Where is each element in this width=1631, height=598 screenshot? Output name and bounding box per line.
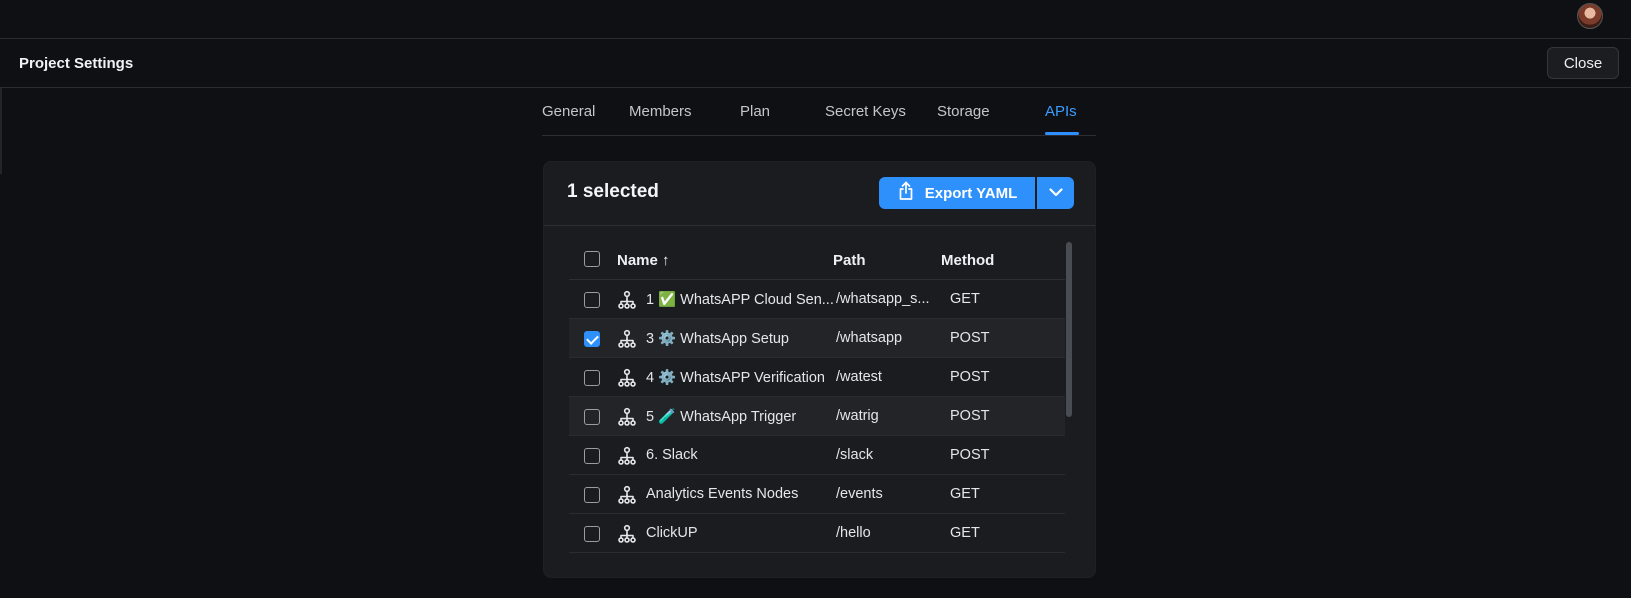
- row-name: 6. Slack: [646, 447, 698, 463]
- table-row[interactable]: 6. Slack/slack POST: [569, 436, 1065, 475]
- row-checkbox[interactable]: [584, 370, 600, 386]
- table-header: Name ↑ Path Method: [569, 240, 1065, 280]
- row-name: ClickUP: [646, 525, 698, 541]
- row-checkbox[interactable]: [584, 331, 600, 347]
- row-checkbox[interactable]: [584, 526, 600, 542]
- row-method: GET: [950, 291, 980, 307]
- row-method: POST: [950, 408, 990, 424]
- column-method-header[interactable]: Method: [941, 252, 994, 269]
- table-row[interactable]: 5 🧪 WhatsApp Trigger/watrig POST: [569, 397, 1065, 436]
- user-avatar[interactable]: [1577, 3, 1603, 29]
- table-row[interactable]: Analytics Events Nodes/events GET: [569, 475, 1065, 514]
- row-checkbox[interactable]: [584, 292, 600, 308]
- row-method: GET: [950, 486, 980, 502]
- row-method: POST: [950, 447, 990, 463]
- row-path: /events: [836, 486, 883, 502]
- settings-header: Project Settings Close: [0, 39, 1631, 88]
- table-row[interactable]: 3 ⚙️ WhatsApp Setup/whatsapp POST: [569, 319, 1065, 358]
- row-checkbox[interactable]: [584, 409, 600, 425]
- row-name: 4 ⚙️ WhatsAPP Verification: [646, 370, 825, 386]
- api-flow-icon: [617, 446, 637, 466]
- row-name: 1 ✅ WhatsAPP Cloud Sen...: [646, 292, 834, 308]
- row-name: Analytics Events Nodes: [646, 486, 799, 502]
- tab-secret-keys[interactable]: Secret Keys: [825, 103, 906, 120]
- row-method: GET: [950, 525, 980, 541]
- settings-tabs: General Members Plan Secret Keys Storage…: [542, 88, 1096, 136]
- chevron-down-icon: [1048, 184, 1063, 202]
- api-flow-icon: [617, 368, 637, 388]
- top-bar: [0, 0, 1631, 39]
- tab-plan[interactable]: Plan: [740, 103, 770, 120]
- share-upload-icon: [897, 181, 915, 205]
- export-options-dropdown[interactable]: [1037, 177, 1074, 209]
- export-yaml-label: Export YAML: [924, 184, 1018, 202]
- table-row[interactable]: ClickUP/hello GET: [569, 514, 1065, 553]
- card-header: 1 selected Export YAML: [544, 162, 1095, 226]
- tab-general[interactable]: General: [542, 103, 595, 120]
- table-row[interactable]: 4 ⚙️ WhatsAPP Verification/watest POST: [569, 358, 1065, 397]
- select-all-checkbox[interactable]: [584, 251, 600, 267]
- tab-storage[interactable]: Storage: [937, 103, 990, 120]
- table-scrollbar[interactable]: [1066, 242, 1072, 570]
- row-name: 5 🧪 WhatsApp Trigger: [646, 409, 797, 425]
- row-path: /hello: [836, 525, 871, 541]
- row-checkbox[interactable]: [584, 487, 600, 503]
- selected-count: 1 selected: [567, 181, 659, 202]
- row-path: /watrig: [836, 408, 879, 424]
- column-path-header[interactable]: Path: [833, 252, 866, 269]
- api-flow-icon: [617, 407, 637, 427]
- row-name: 3 ⚙️ WhatsApp Setup: [646, 331, 789, 347]
- row-path: /watest: [836, 369, 882, 385]
- export-yaml-button[interactable]: Export YAML: [879, 177, 1035, 209]
- close-button[interactable]: Close: [1547, 47, 1619, 79]
- row-path: /whatsapp: [836, 330, 903, 346]
- api-flow-icon: [617, 329, 637, 349]
- table-body: 1 ✅ WhatsAPP Cloud Sen.../whatsapp_s... G…: [569, 280, 1065, 553]
- apis-table: Name ↑ Path Method 1 ✅ WhatsAPP Cloud Se…: [569, 240, 1065, 553]
- tab-members[interactable]: Members: [629, 103, 692, 120]
- api-flow-icon: [617, 524, 637, 544]
- row-path: /slack: [836, 447, 874, 463]
- row-method: POST: [950, 369, 990, 385]
- api-flow-icon: [617, 290, 637, 310]
- active-tab-indicator: [1045, 132, 1079, 135]
- left-divider: [0, 88, 2, 174]
- apis-card: 1 selected Export YAML Name ↑ Path Metho…: [543, 161, 1096, 578]
- column-name-header[interactable]: Name ↑: [617, 252, 670, 269]
- scrollbar-thumb[interactable]: [1066, 242, 1072, 417]
- table-row[interactable]: 1 ✅ WhatsAPP Cloud Sen.../whatsapp_s... G…: [569, 280, 1065, 319]
- api-flow-icon: [617, 485, 637, 505]
- page-title: Project Settings: [19, 55, 134, 72]
- row-method: POST: [950, 330, 990, 346]
- row-path: /whatsapp_s...: [836, 291, 930, 307]
- row-checkbox[interactable]: [584, 448, 600, 464]
- tab-apis[interactable]: APIs: [1045, 103, 1077, 120]
